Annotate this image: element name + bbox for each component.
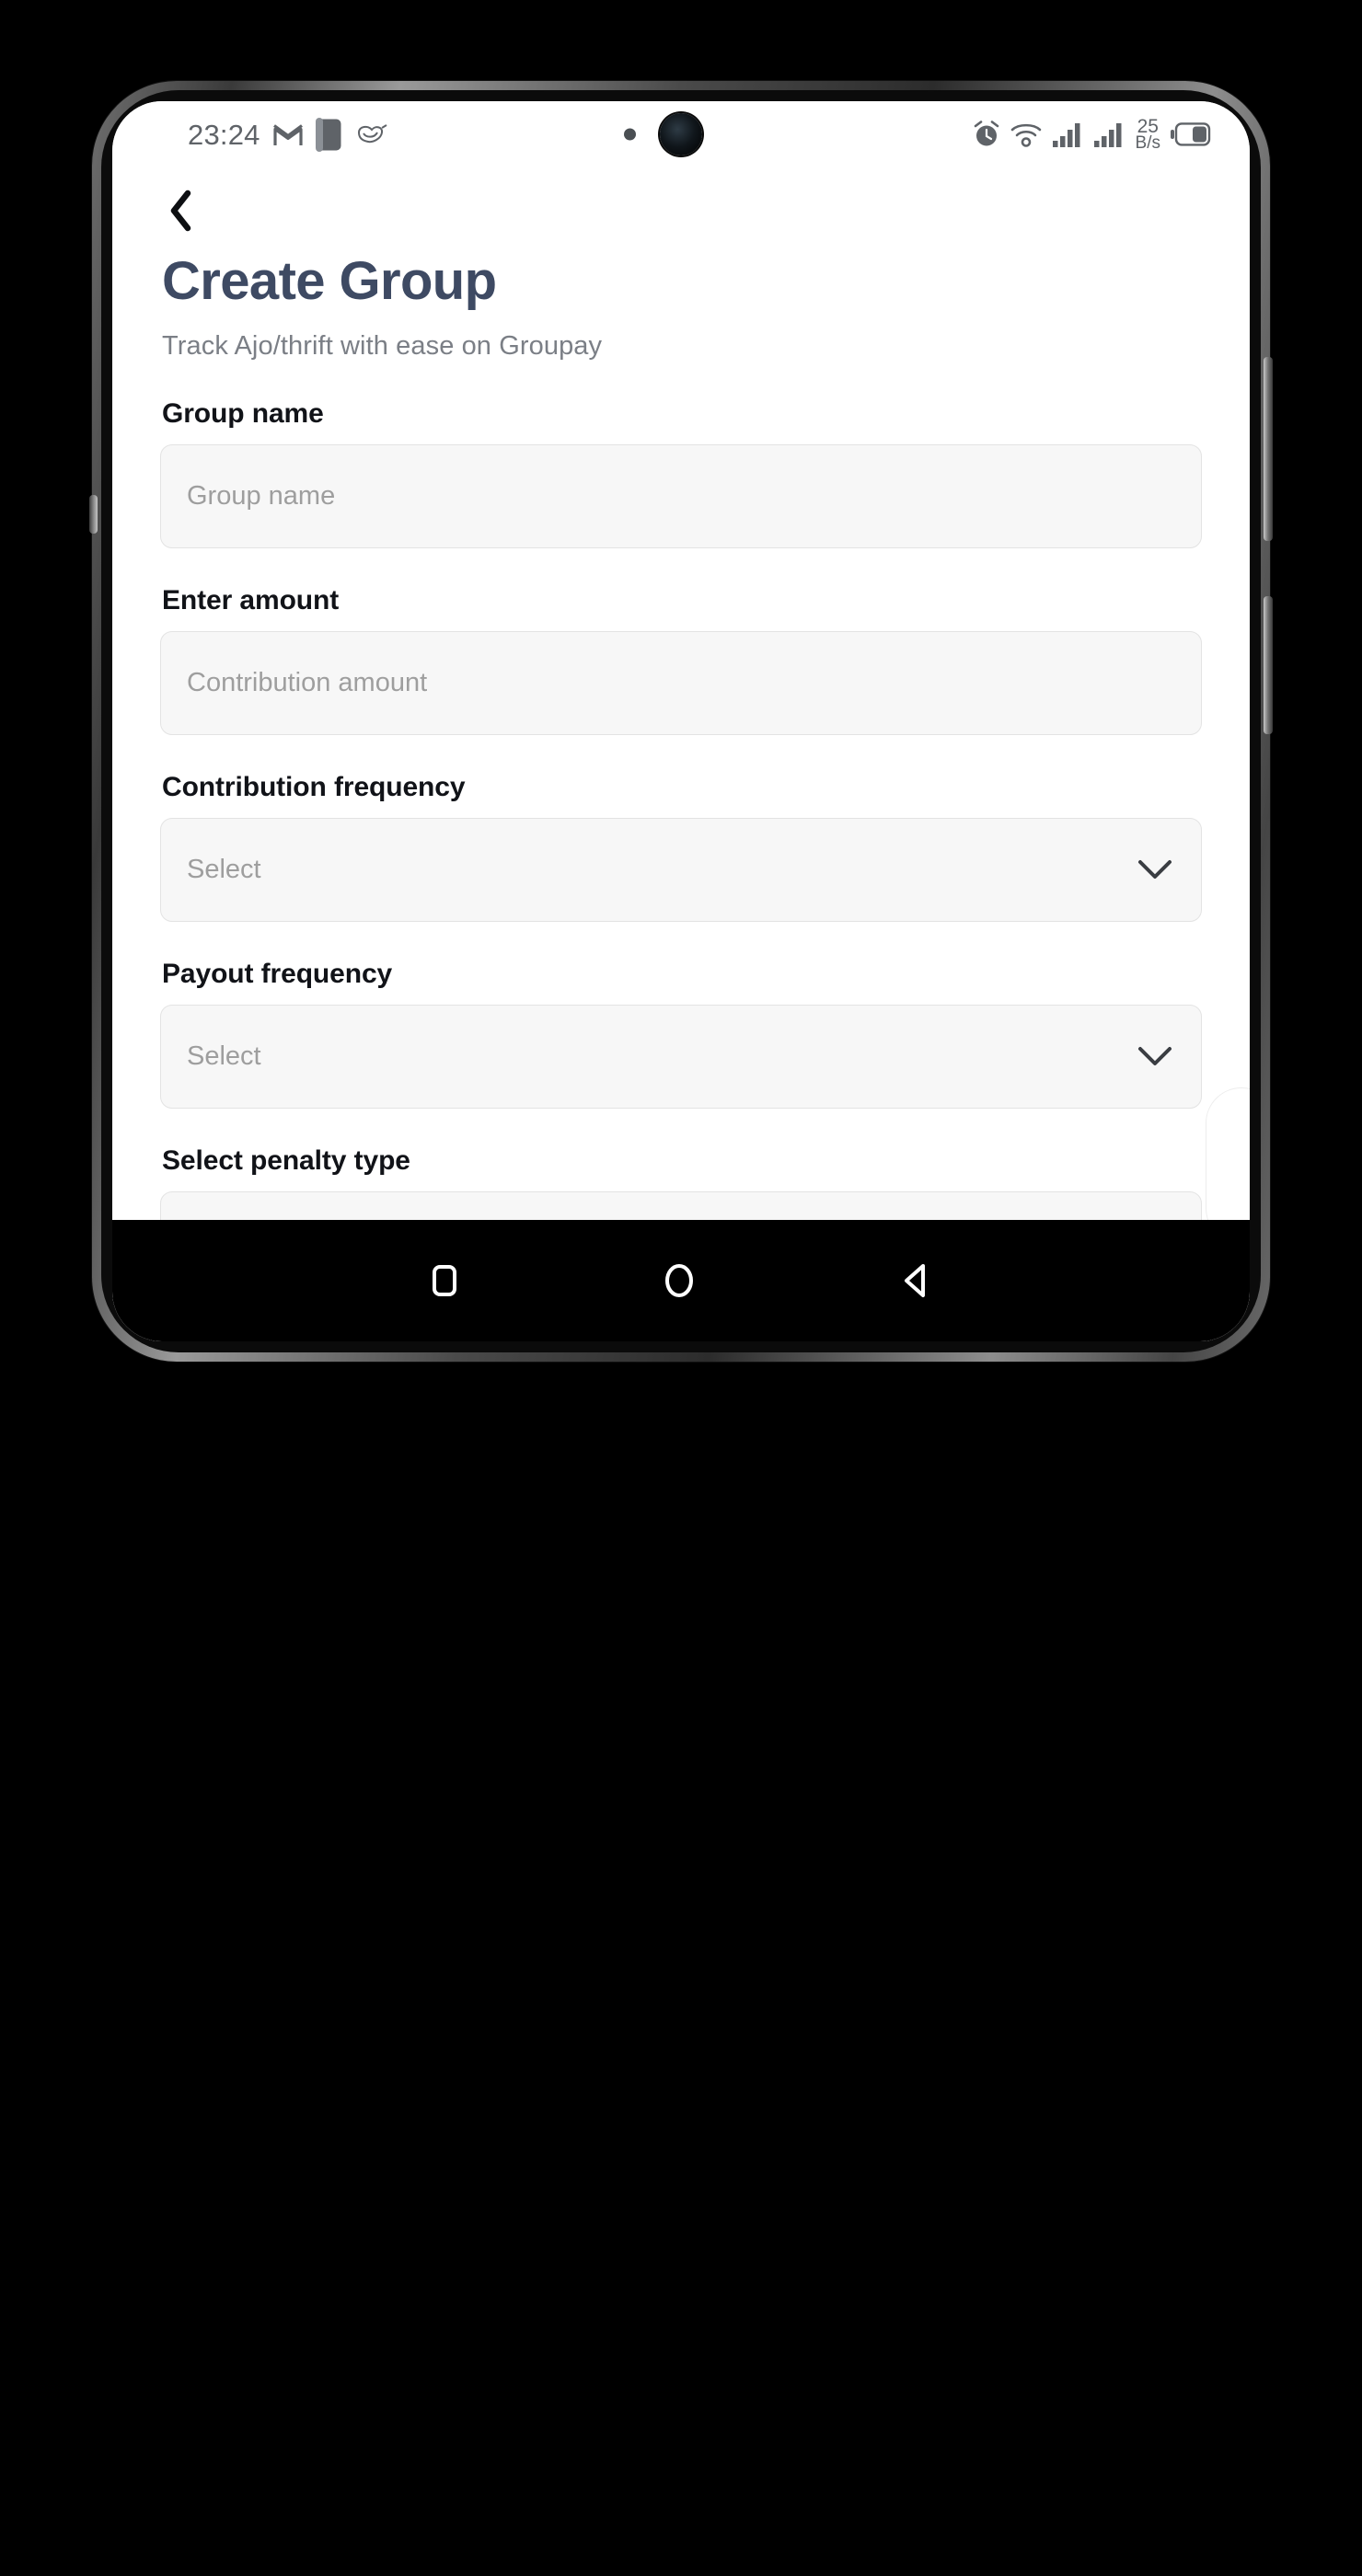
page-subtitle: Track Ajo/thrift with ease on Groupay [162,330,603,361]
status-bar-left: 23:24 [188,117,389,152]
data-speed-unit: B/s [1135,132,1160,153]
field-label-contribution-frequency: Contribution frequency [162,771,466,802]
home-circle-icon[interactable] [661,1260,698,1301]
page-content: Create Group Track Ajo/thrift with ease … [112,167,1250,1233]
power-button[interactable] [1264,596,1273,734]
sensor-dot [624,128,636,141]
status-bar-right: 25 B/s [973,116,1211,153]
field-enter-amount: Enter amount Contribution amount [160,585,1202,735]
front-camera-punch-hole [660,113,702,155]
page-title: Create Group [162,251,497,311]
group-name-placeholder: Group name [187,480,336,511]
field-label-payout-frequency: Payout frequency [162,958,393,989]
wifi-icon [1010,123,1041,147]
app-badge-icon [357,124,387,144]
back-triangle-icon[interactable] [898,1261,933,1300]
android-navigation-bar [112,1220,1250,1341]
contribution-amount-input[interactable]: Contribution amount [160,630,1202,735]
edge-overlay-panel [1206,1087,1250,1233]
sim-card-icon [315,117,341,152]
field-label-enter-amount: Enter amount [162,584,340,615]
volume-button[interactable] [1264,357,1273,541]
recents-square-icon[interactable] [429,1262,460,1299]
gmail-icon [272,123,303,145]
contribution-amount-placeholder: Contribution amount [187,667,428,697]
phone-screen: 23:24 25 B/s Create Group Track Ajo/thri… [112,101,1250,1341]
screenshot-stage: 23:24 25 B/s Create Group Track Ajo/thri… [0,0,1362,2576]
alarm-icon [974,121,998,146]
field-contribution-frequency: Contribution frequency Select [160,772,1202,922]
field-label-group-name: Group name [162,397,324,429]
back-chevron-icon[interactable] [167,190,195,232]
field-label-penalty-type: Select penalty type [162,1144,410,1176]
back-row [160,167,1202,239]
data-speed-indicator: 25 B/s [1135,116,1160,153]
payout-frequency-value: Select [187,1041,261,1071]
contribution-frequency-select[interactable]: Select [160,817,1202,922]
field-group-name: Group name Group name [160,398,1202,548]
status-bar: 23:24 25 B/s [112,101,1250,167]
chevron-down-icon [1138,1047,1172,1066]
left-side-button[interactable] [89,495,98,534]
contribution-frequency-value: Select [187,854,261,884]
payout-frequency-select[interactable]: Select [160,1004,1202,1109]
status-clock: 23:24 [188,118,260,151]
battery-icon [1171,122,1211,146]
signal-bars-2-icon [1093,123,1122,147]
field-payout-frequency: Payout frequency Select [160,959,1202,1109]
group-name-input[interactable]: Group name [160,443,1202,548]
signal-bars-icon [1052,123,1080,147]
chevron-down-icon [1138,860,1172,880]
